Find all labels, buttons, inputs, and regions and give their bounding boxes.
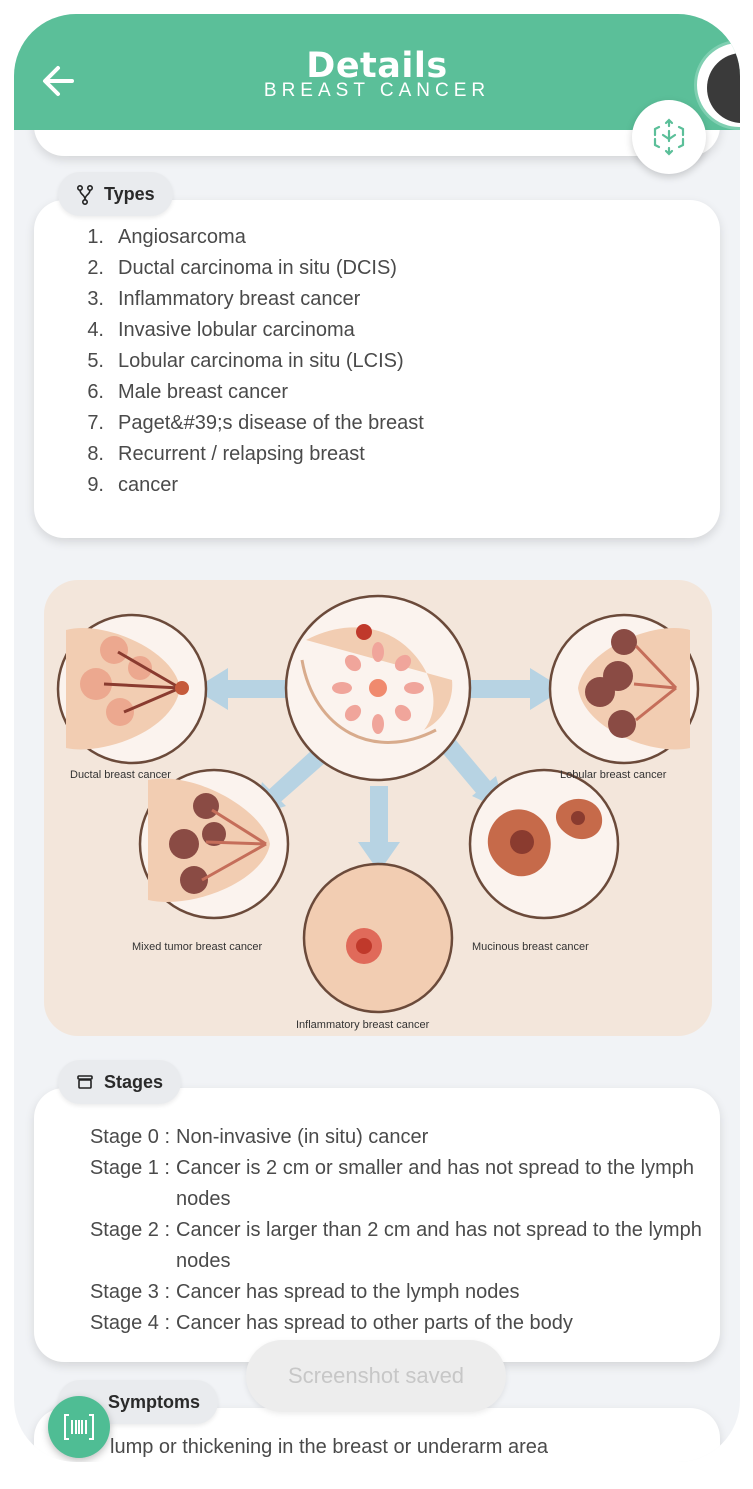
stages-pill: Stages (58, 1060, 182, 1104)
type-item: 9. cancer (70, 470, 424, 501)
type-item-text: Angiosarcoma (118, 226, 246, 248)
stage-text: Cancer is larger than 2 cm and has not s… (176, 1219, 702, 1272)
screenshot-toast: Screenshot saved (246, 1340, 506, 1412)
breast-cancer-types-illustration: Ductal breast cancer Lobular breast canc… (44, 580, 712, 1036)
stage-text: Cancer is 2 cm or smaller and has not sp… (176, 1157, 695, 1210)
stage-label: Stage 4 : (89, 1312, 170, 1334)
stage-row: Stage 3 : Cancer has spread to the lymph … (54, 1277, 714, 1308)
ar-view-button[interactable] (632, 100, 706, 174)
stage-row: Stage 2 : Cancer is larger than 2 cm and … (54, 1215, 714, 1277)
type-item-text: Invasive lobular carcinoma (118, 319, 355, 341)
type-item: 8. Recurrent / relapsing breast (70, 439, 424, 470)
symptom-item: lump or thickening in the breast or unde… (110, 1436, 549, 1458)
type-item-text: Male breast cancer (118, 381, 289, 403)
types-card: 1. Angiosarcoma 2. Ductal carcinoma in situ… (34, 200, 720, 538)
3d-view-icon (653, 118, 685, 156)
app-frame: Types 1. Angiosarcoma 2. Ductal carcinoma i… (14, 14, 740, 1462)
stage-row: Stage 1 : Cancer is 2 cm or smaller and h… (54, 1153, 714, 1215)
symptoms-label: Symptoms (108, 1391, 201, 1412)
page-subtitle: BREAST CANCER (263, 80, 491, 101)
type-item-text: Inflammatory breast cancer (118, 288, 361, 310)
stage-text: Cancer has spread to other parts of the … (176, 1312, 573, 1334)
stage-label: Stage 2 : (89, 1219, 170, 1241)
stage-label: Stage 3 : (89, 1281, 170, 1303)
type-item: 1. Angiosarcoma (70, 222, 424, 253)
stages-card: Stage 0 : Non-invasive (in situ) cancer S… (34, 1088, 720, 1362)
type-item-number: 4. (87, 319, 104, 341)
type-item-number: 5. (87, 350, 104, 372)
type-item: 2. Ductal carcinoma in situ (DCIS) (70, 253, 424, 284)
type-item-number: 1. (87, 226, 104, 248)
type-item-text: cancer (118, 474, 179, 496)
stage-label: Stage 0 : (89, 1126, 170, 1148)
type-item-text: Paget&#39;s disease of the breast (118, 412, 424, 434)
stage-row: Stage 4 : Cancer has spread to other part… (54, 1308, 714, 1339)
barcode-scan-button[interactable] (48, 1396, 110, 1458)
archive-icon (76, 1073, 94, 1091)
lobular-label: Lobular breast cancer (560, 769, 667, 781)
overlay-icon (707, 53, 740, 123)
type-item: 6. Male breast cancer (70, 377, 424, 408)
stage-row: Stage 0 : Non-invasive (in situ) cancer (54, 1122, 714, 1153)
type-item-number: 2. (87, 257, 104, 279)
type-item-number: 9. (87, 474, 104, 496)
type-item-number: 6. (87, 381, 104, 403)
type-item-text: Lobular carcinoma in situ (LCIS) (118, 350, 404, 372)
mixed-label: Mixed tumor breast cancer (132, 941, 263, 953)
types-pill: Types (58, 172, 173, 216)
app-header: Details BREAST CANCER (14, 14, 740, 130)
type-item-number: 8. (87, 443, 104, 465)
stages-label: Stages (104, 1071, 164, 1092)
stage-text: Cancer has spread to the lymph nodes (176, 1281, 520, 1303)
type-item: 3. Inflammatory breast cancer (70, 284, 424, 315)
barcode-icon (64, 1414, 94, 1440)
type-item-text: Recurrent / relapsing breast (118, 443, 365, 465)
type-item: 5. Lobular carcinoma in situ (LCIS) (70, 346, 424, 377)
branch-icon (76, 184, 94, 206)
stage-label: Stage 1 : (84, 1157, 170, 1179)
stages-list: Stage 0 : Non-invasive (in situ) cancer S… (54, 1122, 714, 1339)
mucinous-label: Mucinous breast cancer (472, 941, 589, 953)
type-item-number: 3. (87, 288, 104, 310)
type-item: 4. Invasive lobular carcinoma (70, 315, 424, 346)
type-item-text: Ductal carcinoma in situ (DCIS) (118, 257, 397, 279)
inflammatory-label: Inflammatory breast cancer (296, 1019, 430, 1031)
types-label: Types (104, 183, 155, 204)
type-item: 7. Paget&#39;s disease of the breast (70, 408, 424, 439)
scroll-content[interactable]: Types 1. Angiosarcoma 2. Ductal carcinoma i… (14, 14, 740, 1462)
types-list: 1. Angiosarcoma 2. Ductal carcinoma in situ… (70, 222, 424, 501)
ductal-label: Ductal breast cancer (70, 769, 171, 781)
type-item-number: 7. (87, 412, 104, 434)
stage-text: Non-invasive (in situ) cancer (176, 1126, 429, 1148)
